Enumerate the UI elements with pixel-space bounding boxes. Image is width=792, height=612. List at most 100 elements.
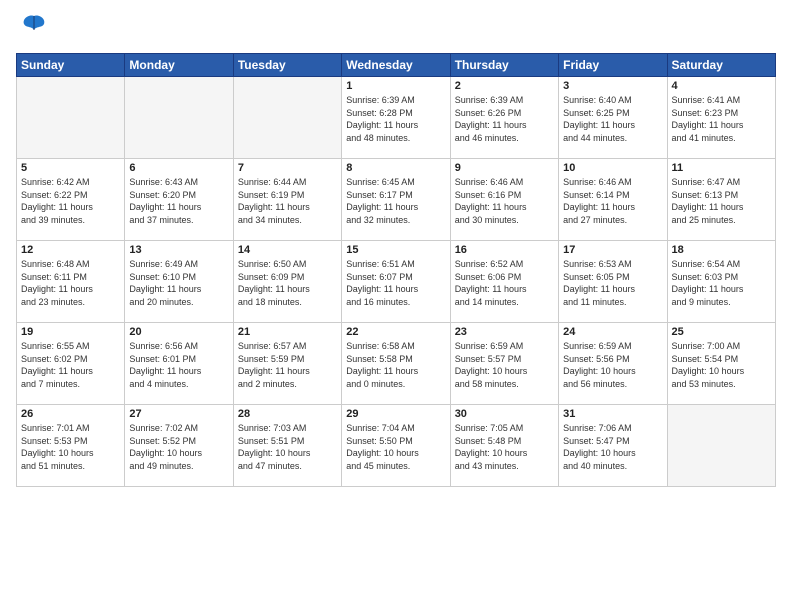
day-info: Sunrise: 6:50 AM Sunset: 6:09 PM Dayligh… [238,258,337,308]
day-info: Sunrise: 7:01 AM Sunset: 5:53 PM Dayligh… [21,422,120,472]
day-number: 3 [563,80,662,92]
calendar-cell: 11 Sunrise: 6:47 AM Sunset: 6:13 PM Dayli… [667,159,775,241]
day-info: Sunrise: 6:48 AM Sunset: 6:11 PM Dayligh… [21,258,120,308]
day-info: Sunrise: 6:57 AM Sunset: 5:59 PM Dayligh… [238,340,337,390]
day-number: 19 [21,326,120,338]
calendar-week-row: 12 Sunrise: 6:48 AM Sunset: 6:11 PM Dayli… [17,241,776,323]
day-info: Sunrise: 6:58 AM Sunset: 5:58 PM Dayligh… [346,340,445,390]
calendar-cell: 14 Sunrise: 6:50 AM Sunset: 6:09 PM Dayli… [233,241,341,323]
day-number: 23 [455,326,554,338]
day-info: Sunrise: 6:54 AM Sunset: 6:03 PM Dayligh… [672,258,771,308]
calendar-week-row: 19 Sunrise: 6:55 AM Sunset: 6:02 PM Dayli… [17,323,776,405]
calendar-day-header: Tuesday [233,54,341,77]
day-number: 11 [672,162,771,174]
day-number: 30 [455,408,554,420]
calendar-day-header: Wednesday [342,54,450,77]
day-number: 18 [672,244,771,256]
page: SundayMondayTuesdayWednesdayThursdayFrid… [0,0,792,612]
day-info: Sunrise: 6:43 AM Sunset: 6:20 PM Dayligh… [129,176,228,226]
calendar-cell: 4Sunrise: 6:41 AM Sunset: 6:23 PM Daylig… [667,77,775,159]
calendar-cell: 15 Sunrise: 6:51 AM Sunset: 6:07 PM Dayli… [342,241,450,323]
calendar-cell: 19 Sunrise: 6:55 AM Sunset: 6:02 PM Dayli… [17,323,125,405]
day-info: Sunrise: 6:39 AM Sunset: 6:28 PM Dayligh… [346,94,445,144]
day-number: 16 [455,244,554,256]
calendar-week-row: 26 Sunrise: 7:01 AM Sunset: 5:53 PM Dayli… [17,405,776,487]
calendar-header-row: SundayMondayTuesdayWednesdayThursdayFrid… [17,54,776,77]
day-number: 26 [21,408,120,420]
day-number: 14 [238,244,337,256]
day-number: 12 [21,244,120,256]
day-number: 9 [455,162,554,174]
day-number: 10 [563,162,662,174]
day-number: 24 [563,326,662,338]
day-number: 22 [346,326,445,338]
logo [16,12,48,45]
calendar-cell: 20Sunrise: 6:56 AM Sunset: 6:01 PM Dayli… [125,323,233,405]
day-number: 17 [563,244,662,256]
day-number: 31 [563,408,662,420]
calendar-cell: 18 Sunrise: 6:54 AM Sunset: 6:03 PM Dayli… [667,241,775,323]
day-number: 29 [346,408,445,420]
calendar-cell: 17 Sunrise: 6:53 AM Sunset: 6:05 PM Dayli… [559,241,667,323]
day-number: 27 [129,408,228,420]
day-info: Sunrise: 6:53 AM Sunset: 6:05 PM Dayligh… [563,258,662,308]
calendar-cell: 30 Sunrise: 7:05 AM Sunset: 5:48 PM Dayli… [450,405,558,487]
calendar-cell: 3 Sunrise: 6:40 AM Sunset: 6:25 PM Daylig… [559,77,667,159]
calendar-day-header: Thursday [450,54,558,77]
calendar-cell: 24Sunrise: 6:59 AM Sunset: 5:56 PM Dayli… [559,323,667,405]
logo-bird-icon [20,12,48,45]
calendar-cell: 27 Sunrise: 7:02 AM Sunset: 5:52 PM Dayli… [125,405,233,487]
day-number: 2 [455,80,554,92]
calendar-cell: 2Sunrise: 6:39 AM Sunset: 6:26 PM Daylig… [450,77,558,159]
day-info: Sunrise: 6:52 AM Sunset: 6:06 PM Dayligh… [455,258,554,308]
day-info: Sunrise: 6:49 AM Sunset: 6:10 PM Dayligh… [129,258,228,308]
day-info: Sunrise: 7:05 AM Sunset: 5:48 PM Dayligh… [455,422,554,472]
day-info: Sunrise: 6:42 AM Sunset: 6:22 PM Dayligh… [21,176,120,226]
header [16,12,776,45]
day-number: 25 [672,326,771,338]
calendar-cell: 21 Sunrise: 6:57 AM Sunset: 5:59 PM Dayli… [233,323,341,405]
day-info: Sunrise: 7:06 AM Sunset: 5:47 PM Dayligh… [563,422,662,472]
day-info: Sunrise: 7:04 AM Sunset: 5:50 PM Dayligh… [346,422,445,472]
calendar-day-header: Monday [125,54,233,77]
calendar-cell: 10Sunrise: 6:46 AM Sunset: 6:14 PM Dayli… [559,159,667,241]
day-info: Sunrise: 6:46 AM Sunset: 6:16 PM Dayligh… [455,176,554,226]
calendar-day-header: Sunday [17,54,125,77]
calendar-cell: 5 Sunrise: 6:42 AM Sunset: 6:22 PM Daylig… [17,159,125,241]
day-number: 20 [129,326,228,338]
day-info: Sunrise: 6:45 AM Sunset: 6:17 PM Dayligh… [346,176,445,226]
calendar-cell [17,77,125,159]
calendar-cell: 22 Sunrise: 6:58 AM Sunset: 5:58 PM Dayli… [342,323,450,405]
day-info: Sunrise: 6:44 AM Sunset: 6:19 PM Dayligh… [238,176,337,226]
calendar-cell: 23Sunrise: 6:59 AM Sunset: 5:57 PM Dayli… [450,323,558,405]
day-number: 7 [238,162,337,174]
calendar-week-row: 1 Sunrise: 6:39 AM Sunset: 6:28 PM Daylig… [17,77,776,159]
calendar-day-header: Friday [559,54,667,77]
calendar-cell: 1 Sunrise: 6:39 AM Sunset: 6:28 PM Daylig… [342,77,450,159]
calendar-cell [667,405,775,487]
day-info: Sunrise: 7:00 AM Sunset: 5:54 PM Dayligh… [672,340,771,390]
calendar-cell: 9 Sunrise: 6:46 AM Sunset: 6:16 PM Daylig… [450,159,558,241]
day-number: 5 [21,162,120,174]
calendar-cell: 28 Sunrise: 7:03 AM Sunset: 5:51 PM Dayli… [233,405,341,487]
day-info: Sunrise: 6:51 AM Sunset: 6:07 PM Dayligh… [346,258,445,308]
calendar-table: SundayMondayTuesdayWednesdayThursdayFrid… [16,53,776,487]
calendar-cell: 7 Sunrise: 6:44 AM Sunset: 6:19 PM Daylig… [233,159,341,241]
day-info: Sunrise: 7:02 AM Sunset: 5:52 PM Dayligh… [129,422,228,472]
calendar-cell: 31 Sunrise: 7:06 AM Sunset: 5:47 PM Dayli… [559,405,667,487]
day-number: 21 [238,326,337,338]
day-info: Sunrise: 6:40 AM Sunset: 6:25 PM Dayligh… [563,94,662,144]
calendar-cell: 13 Sunrise: 6:49 AM Sunset: 6:10 PM Dayli… [125,241,233,323]
day-info: Sunrise: 7:03 AM Sunset: 5:51 PM Dayligh… [238,422,337,472]
day-number: 4 [672,80,771,92]
day-info: Sunrise: 6:47 AM Sunset: 6:13 PM Dayligh… [672,176,771,226]
day-info: Sunrise: 6:55 AM Sunset: 6:02 PM Dayligh… [21,340,120,390]
calendar-day-header: Saturday [667,54,775,77]
day-number: 15 [346,244,445,256]
day-number: 13 [129,244,228,256]
calendar-cell [125,77,233,159]
calendar-cell: 12 Sunrise: 6:48 AM Sunset: 6:11 PM Dayli… [17,241,125,323]
calendar-cell: 6Sunrise: 6:43 AM Sunset: 6:20 PM Daylig… [125,159,233,241]
day-number: 1 [346,80,445,92]
day-number: 28 [238,408,337,420]
